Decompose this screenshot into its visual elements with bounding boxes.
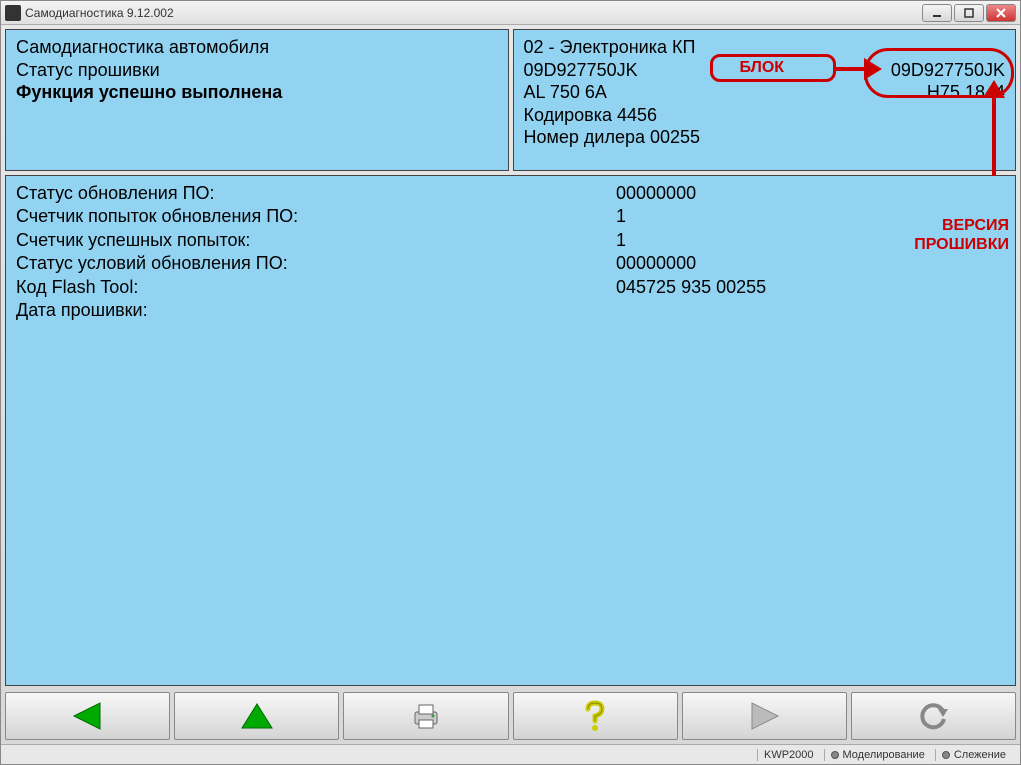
window-controls: [922, 4, 1016, 22]
help-button[interactable]: [513, 692, 678, 740]
up-button[interactable]: [174, 692, 339, 740]
data-value-5: [616, 299, 836, 322]
partnum-right: 09D927750JK: [891, 59, 1005, 82]
data-label-5: Дата прошивки:: [16, 299, 616, 322]
data-label-2: Счетчик успешных попыток:: [16, 229, 616, 252]
status-tracking: Слежение: [935, 749, 1012, 761]
data-value-2: 1: [616, 229, 836, 252]
printer-icon: [409, 702, 443, 730]
component-left: AL 750 6A: [524, 81, 607, 104]
right-info-panel: 02 - Электроника КП 09D927750JK 09D92775…: [513, 29, 1017, 171]
triangle-right-icon: [746, 701, 782, 731]
refresh-button[interactable]: [851, 692, 1016, 740]
app-window: Самодиагностика 9.12.002 Самодиагностика…: [0, 0, 1021, 765]
close-button[interactable]: [986, 4, 1016, 22]
module-name: 02 - Электроника КП: [524, 36, 1006, 59]
refresh-icon: [916, 701, 950, 731]
data-value-0: 00000000: [616, 182, 836, 205]
titlebar: Самодиагностика 9.12.002: [1, 1, 1020, 25]
app-icon: [5, 5, 21, 21]
content-area: Самодиагностика автомобиля Статус прошив…: [1, 25, 1020, 690]
data-value-3: 00000000: [616, 252, 836, 275]
triangle-up-icon: [239, 701, 275, 731]
print-button[interactable]: [343, 692, 508, 740]
status-dot-icon: [942, 751, 950, 759]
question-icon: [581, 700, 609, 732]
maximize-button[interactable]: [954, 4, 984, 22]
data-label-4: Код Flash Tool:: [16, 276, 616, 299]
data-label-1: Счетчик попыток обновления ПО:: [16, 205, 616, 228]
header-panels: Самодиагностика автомобиля Статус прошив…: [5, 29, 1016, 171]
minimize-button[interactable]: [922, 4, 952, 22]
triangle-left-icon: [70, 701, 106, 731]
data-label-3: Статус условий обновления ПО:: [16, 252, 616, 275]
partnum-left: 09D927750JK: [524, 59, 638, 82]
dealer-line: Номер дилера 00255: [524, 126, 1006, 149]
window-title: Самодиагностика 9.12.002: [25, 6, 922, 20]
status-protocol: KWP2000: [757, 749, 820, 761]
forward-button[interactable]: [682, 692, 847, 740]
component-right: H75 1844: [927, 81, 1005, 104]
button-bar: [1, 690, 1020, 744]
data-panel: Статус обновления ПО: 00000000 Счетчик п…: [5, 175, 1016, 686]
statusbar: KWP2000 Моделирование Слежение: [1, 744, 1020, 764]
back-button[interactable]: [5, 692, 170, 740]
data-value-4: 045725 935 00255: [616, 276, 836, 299]
status-dot-icon: [831, 751, 839, 759]
firmware-status-label: Статус прошивки: [16, 59, 498, 82]
data-value-1: 1: [616, 205, 836, 228]
diag-title: Самодиагностика автомобиля: [16, 36, 498, 59]
left-info-panel: Самодиагностика автомобиля Статус прошив…: [5, 29, 509, 171]
function-result: Функция успешно выполнена: [16, 81, 498, 104]
status-modeling: Моделирование: [824, 749, 931, 761]
coding-line: Кодировка 4456: [524, 104, 1006, 127]
data-label-0: Статус обновления ПО:: [16, 182, 616, 205]
